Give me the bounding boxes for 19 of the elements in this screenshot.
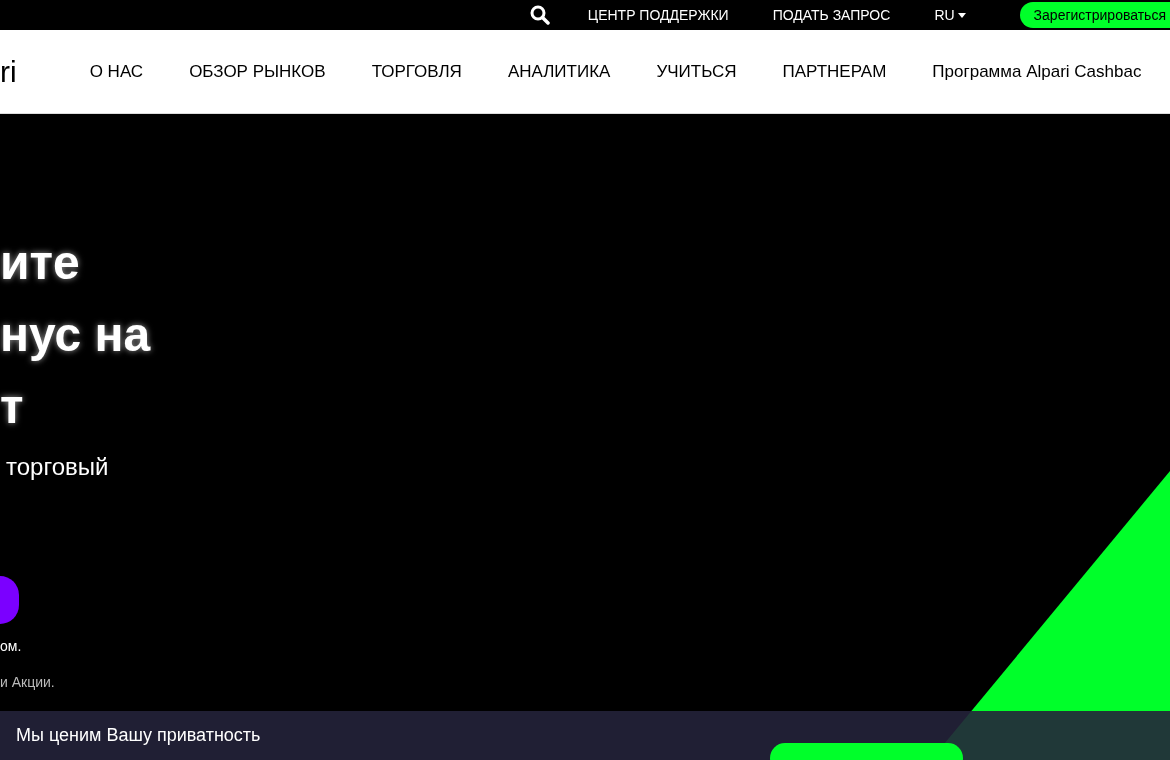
- nav-item[interactable]: ПАРТНЕРАМ: [782, 61, 887, 82]
- top-link[interactable]: ЦЕНТР ПОДДЕРЖКИ: [587, 7, 729, 23]
- round-button[interactable]: [0, 576, 19, 624]
- hero-note: ом.: [0, 638, 23, 654]
- register-button[interactable]: Зарегистрироваться: [1019, 2, 1170, 28]
- nav-item[interactable]: О НАС: [89, 61, 144, 82]
- nav-item[interactable]: Программа Alpari Cashbac: [932, 61, 1142, 82]
- hero-subtitle: торговый: [6, 453, 110, 481]
- logo[interactable]: ri: [0, 54, 17, 89]
- cookie-title: Мы ценим Вашу приватность: [16, 725, 261, 746]
- nav-item[interactable]: ОБЗОР РЫНКОВ: [189, 61, 326, 82]
- hero-title: ите нус на т: [0, 235, 152, 435]
- nav-item[interactable]: АНАЛИТИКА: [507, 61, 611, 82]
- language-selector[interactable]: RU: [934, 7, 966, 23]
- search-icon[interactable]: [529, 5, 550, 25]
- nav-item[interactable]: ТОРГОВЛЯ: [371, 61, 462, 82]
- top-link[interactable]: ПОДАТЬ ЗАПРОС: [772, 7, 891, 23]
- nav-item[interactable]: УЧИТЬСЯ: [656, 61, 737, 82]
- hero-note: и Акции.: [0, 674, 56, 690]
